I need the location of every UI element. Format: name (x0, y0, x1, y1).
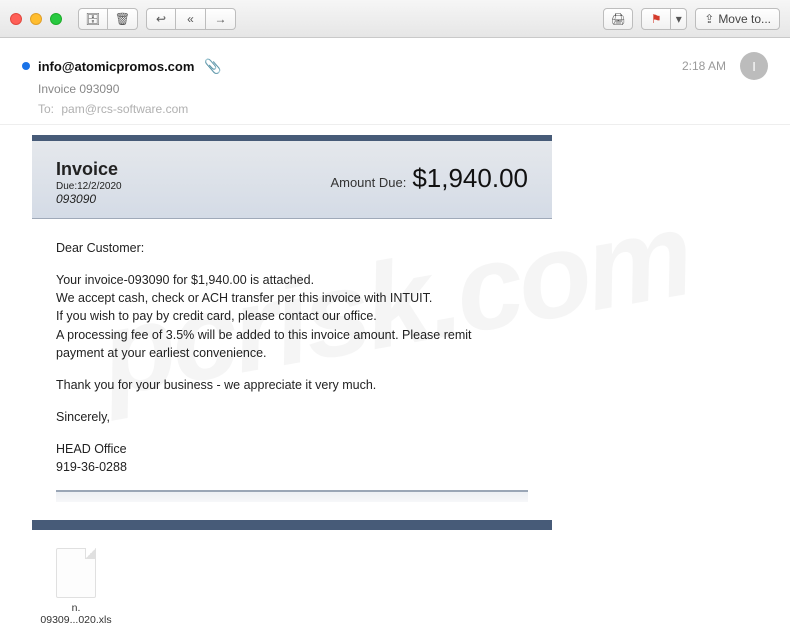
invoice-card: Invoice Due:12/2/2020 093090 Amount Due:… (32, 135, 552, 530)
from-address: info@atomicpromos.com (38, 59, 194, 74)
received-time: 2:18 AM (682, 59, 726, 73)
message-header: info@atomicpromos.com 📎 2:18 AM I Invoic… (0, 38, 790, 125)
invoice-thanks: Thank you for your business - we appreci… (56, 376, 528, 394)
flag-icon: ⚑ (651, 12, 662, 26)
trash-icon: 🗑 (115, 12, 130, 26)
unread-indicator (22, 62, 30, 70)
forward-button[interactable]: → (206, 8, 236, 30)
invoice-phone: 919-36-0288 (56, 458, 528, 476)
flag-group: ⚑ ▾ (641, 8, 687, 30)
invoice-footer-divider (56, 490, 528, 502)
avatar: I (740, 52, 768, 80)
invoice-signoff: Sincerely, (56, 408, 528, 426)
attachment-name-line1: n. (72, 602, 81, 614)
amount-due-value: $1,940.00 (412, 163, 528, 194)
invoice-line4: A processing fee of 3.5% will be added t… (56, 326, 528, 344)
toolbar: 🗄 🗑 ↩ « → 🖨 ⚑ ▾ ⇪ Move to... (0, 0, 790, 38)
reply-nav-group: ↩ « → (146, 8, 236, 30)
flag-menu-button[interactable]: ▾ (671, 8, 687, 30)
close-window-button[interactable] (10, 13, 22, 25)
to-address: pam@rcs-software.com (61, 102, 188, 116)
invoice-line2: We accept cash, check or ACH transfer pe… (56, 289, 528, 307)
file-icon (56, 548, 96, 598)
print-icon: 🖨 (611, 12, 626, 26)
attachment-icon: 📎 (204, 58, 221, 75)
invoice-banner: Invoice Due:12/2/2020 093090 Amount Due:… (32, 141, 552, 219)
forward-icon: → (215, 12, 227, 26)
move-to-label: Move to... (718, 12, 771, 26)
attachment-name-line2: 09309...020.xls (40, 614, 111, 626)
subject-line: Invoice 093090 (38, 82, 768, 96)
amount-due-label: Amount Due: (330, 175, 406, 190)
reply-button[interactable]: ↩ (146, 8, 176, 30)
to-label: To: (38, 102, 54, 116)
invoice-greeting: Dear Customer: (56, 239, 528, 257)
archive-icon: 🗄 (85, 12, 100, 26)
invoice-line3: If you wish to pay by credit card, pleas… (56, 307, 528, 325)
invoice-number: 093090 (56, 192, 122, 206)
to-row: To: pam@rcs-software.com (38, 102, 768, 116)
trash-button[interactable]: 🗑 (108, 8, 138, 30)
print-button[interactable]: 🖨 (603, 8, 633, 30)
flag-button[interactable]: ⚑ (641, 8, 671, 30)
invoice-org: HEAD Office (56, 440, 528, 458)
reply-all-icon: « (187, 12, 194, 26)
reply-all-button[interactable]: « (176, 8, 206, 30)
minimize-window-button[interactable] (30, 13, 42, 25)
avatar-initial: I (752, 59, 756, 74)
archive-button[interactable]: 🗄 (78, 8, 108, 30)
invoice-line5: payment at your earliest convenience. (56, 344, 528, 362)
attachment-item[interactable]: n. 09309...020.xls (36, 548, 116, 626)
message-body: Invoice Due:12/2/2020 093090 Amount Due:… (0, 125, 790, 530)
invoice-due: Due:12/2/2020 (56, 181, 122, 192)
move-to-button[interactable]: ⇪ Move to... (695, 8, 780, 30)
move-icon: ⇪ (704, 12, 714, 26)
attachments-area: n. 09309...020.xls (0, 530, 790, 626)
invoice-title: Invoice (56, 159, 122, 180)
reply-icon: ↩ (156, 12, 166, 26)
delete-archive-group: 🗄 🗑 (78, 8, 138, 30)
window-traffic-lights (10, 13, 62, 25)
zoom-window-button[interactable] (50, 13, 62, 25)
invoice-bottom-bar (32, 520, 552, 530)
invoice-body: Dear Customer: Your invoice-093090 for $… (32, 219, 552, 520)
chevron-down-icon: ▾ (676, 12, 682, 26)
invoice-line1: Your invoice-093090 for $1,940.00 is att… (56, 271, 528, 289)
